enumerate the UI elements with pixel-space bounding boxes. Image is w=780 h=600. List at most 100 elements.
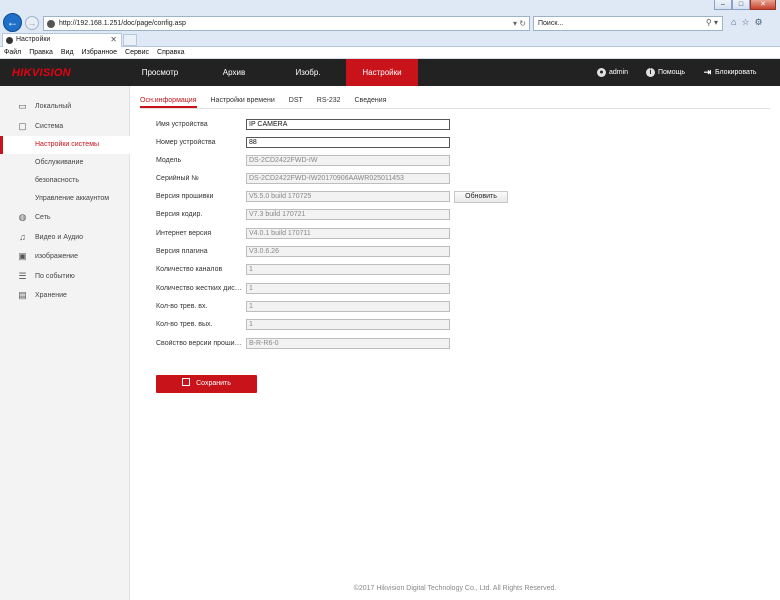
sidebar-item-security[interactable]: безопасность — [0, 172, 130, 190]
menu-favorites[interactable]: Избранное — [78, 47, 121, 58]
form-row-web: Интернет версия V4.0.1 build 170711 — [156, 228, 516, 241]
encoding-label: Версия кодир. — [156, 211, 203, 218]
sidebar-item-system[interactable]: ▢ Система — [0, 118, 130, 136]
nav-playback[interactable]: Архив — [204, 59, 264, 86]
menu-help[interactable]: Справка — [153, 47, 188, 58]
search-placeholder: Поиск... — [538, 20, 564, 27]
sidebar-item-event[interactable]: ☰ По событию — [0, 268, 130, 286]
system-icon: ▢ — [18, 121, 27, 131]
sidebar-item-maintenance[interactable]: Обслуживание — [0, 154, 130, 172]
sidebar-item-label: безопасность — [35, 177, 79, 184]
help-label: Помощь — [658, 69, 686, 76]
device-name-input[interactable]: IP CAMERA — [246, 119, 450, 130]
forward-arrow-icon[interactable]: → — [25, 16, 39, 30]
nav-picture[interactable]: Изобр. — [278, 59, 338, 86]
logout-link[interactable]: ⇥ Блокировать — [703, 59, 757, 86]
model-value: DS-2CD2422FWD-IW — [246, 155, 450, 166]
save-button[interactable]: Сохранить — [156, 375, 257, 393]
hikvision-logo: HIKVISION — [12, 67, 71, 79]
tab-dst[interactable]: DST — [289, 96, 303, 108]
minimize-button[interactable]: – — [714, 0, 732, 10]
refresh-icon[interactable]: ▾ ↻ — [513, 19, 526, 28]
device-no-input[interactable]: 88 — [246, 137, 450, 148]
device-no-label: Номер устройства — [156, 139, 216, 146]
tab-close-icon[interactable]: ✕ — [110, 35, 117, 44]
form-row-serial: Серийный № DS-2CD2422FWD-IW20170906AAWR0… — [156, 173, 516, 186]
globe-icon: ◍ — [18, 212, 27, 222]
copyright-footer: ©2017 Hikvision Digital Technology Co., … — [353, 585, 557, 592]
search-icon[interactable]: ⚲ ▾ — [706, 18, 718, 27]
back-arrow-icon[interactable]: ← — [3, 13, 22, 32]
sidebar-item-label: Настройки системы — [35, 141, 100, 148]
save-icon — [182, 378, 191, 386]
save-button-label: Сохранить — [196, 380, 231, 387]
sidebar-item-video-audio[interactable]: ♫ Видео и Аудио — [0, 229, 130, 247]
serial-label: Серийный № — [156, 175, 199, 182]
tab-about[interactable]: Сведения — [355, 96, 387, 108]
maximize-button[interactable]: □ — [732, 0, 750, 10]
sidebar-item-label: Управление аккаунтом — [35, 195, 110, 202]
update-button[interactable]: Обновить — [454, 191, 508, 203]
url-text: http://192.168.1.251/doc/page/config.asp — [59, 20, 186, 27]
alarm-in-label: Кол-во трев. вх. — [156, 303, 208, 310]
user-icon: ● — [597, 68, 606, 77]
web-version-value: V4.0.1 build 170711 — [246, 228, 450, 239]
config-sidebar: ▭ Локальный ▢ Система Настройки системы … — [0, 86, 130, 600]
form-row-alarm-in: Кол-во трев. вх. 1 — [156, 301, 516, 314]
settings-gear-icon[interactable]: ⚙ — [755, 17, 763, 28]
form-row-device-name: Имя устройства IP CAMERA — [156, 119, 516, 132]
nav-configuration[interactable]: Настройки — [346, 59, 418, 86]
sidebar-item-label: Видео и Аудио — [35, 234, 83, 241]
form-row-model: Модель DS-2CD2422FWD-IW — [156, 155, 516, 168]
form-row-alarm-out: Кол-во трев. вых. 1 — [156, 319, 516, 332]
sidebar-item-user-management[interactable]: Управление аккаунтом — [0, 190, 130, 208]
menu-tools[interactable]: Сервис — [121, 47, 153, 58]
nav-live-view[interactable]: Просмотр — [130, 59, 190, 86]
sidebar-item-local[interactable]: ▭ Локальный — [0, 98, 130, 116]
sidebar-item-label: Локальный — [35, 103, 72, 110]
close-window-button[interactable]: ✕ — [750, 0, 776, 10]
tab-basic-info[interactable]: Осн.информация — [140, 96, 197, 108]
user-menu[interactable]: ● admin — [597, 59, 628, 86]
browser-address-row: ← → http://192.168.1.251/doc/page/config… — [0, 12, 780, 32]
monitor-icon: ▭ — [18, 101, 27, 111]
sidebar-item-system-settings[interactable]: Настройки системы — [0, 136, 130, 154]
menu-view[interactable]: Вид — [57, 47, 78, 58]
sidebar-item-label: По событию — [35, 273, 75, 280]
encoding-value: V7.3 build 170721 — [246, 209, 450, 220]
sidebar-item-label: Система — [35, 123, 64, 130]
browser-menubar: Файл Правка Вид Избранное Сервис Справка — [0, 47, 780, 59]
fw-property-label: Свойство версии прошивки — [156, 340, 244, 347]
device-name-label: Имя устройства — [156, 121, 208, 128]
alarm-out-label: Кол-во трев. вых. — [156, 321, 213, 328]
tab-rs232[interactable]: RS-232 — [317, 96, 341, 108]
fw-property-value: B-R-R6-0 — [246, 338, 450, 349]
sidebar-item-storage[interactable]: ▤ Хранение — [0, 287, 130, 305]
new-tab-button[interactable] — [123, 34, 137, 46]
sidebar-item-network[interactable]: ◍ Сеть — [0, 209, 130, 227]
tab-title: Настройки — [16, 36, 51, 43]
favorites-star-icon[interactable]: ☆ — [741, 17, 749, 28]
sidebar-item-image[interactable]: ▣ изображение — [0, 248, 130, 266]
menu-file[interactable]: Файл — [0, 47, 25, 58]
image-icon: ▣ — [18, 251, 27, 261]
url-field[interactable]: http://192.168.1.251/doc/page/config.asp… — [43, 16, 530, 31]
browser-search-input[interactable]: Поиск... ⚲ ▾ — [533, 16, 723, 31]
alarm-in-value: 1 — [246, 301, 450, 312]
help-link[interactable]: i Помощь — [646, 59, 685, 86]
help-icon: i — [646, 68, 655, 77]
menu-edit[interactable]: Правка — [25, 47, 57, 58]
form-row-encoding: Версия кодир. V7.3 build 170721 — [156, 209, 516, 222]
alarm-out-value: 1 — [246, 319, 450, 330]
event-icon: ☰ — [18, 271, 27, 281]
sidebar-item-label: изображение — [35, 253, 78, 260]
subtabs-divider — [140, 108, 770, 109]
logout-label: Блокировать — [715, 69, 757, 76]
home-icon[interactable]: ⌂ — [731, 17, 736, 28]
tab-time-settings[interactable]: Настройки времени — [211, 96, 275, 108]
tab-favicon-icon — [6, 37, 13, 44]
form-row-channels: Количество каналов 1 — [156, 264, 516, 277]
hdd-label: Количество жестких дисков — [156, 285, 244, 292]
browser-tab[interactable]: Настройки ✕ — [2, 33, 122, 47]
form-row-device-no: Номер устройства 88 — [156, 137, 516, 150]
